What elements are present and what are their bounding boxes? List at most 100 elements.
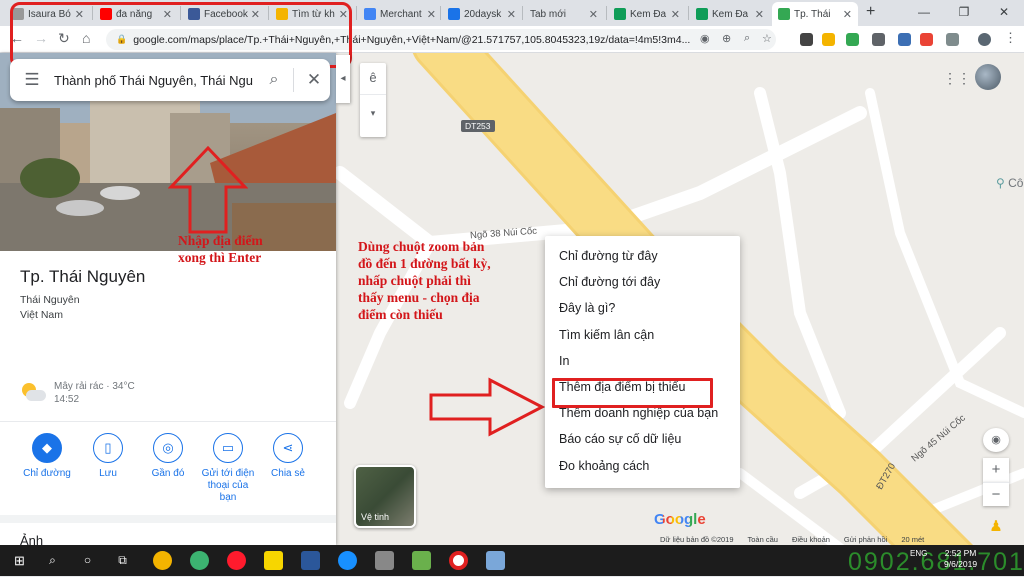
place-title: Tp. Thái Nguyên <box>20 267 146 286</box>
notes-icon[interactable] <box>264 551 283 570</box>
app-icon[interactable] <box>486 551 505 570</box>
minimize-icon[interactable]: — <box>904 0 944 26</box>
app-icon[interactable] <box>412 551 431 570</box>
extension-icon[interactable] <box>920 33 933 46</box>
place-country: Việt Nam <box>20 309 63 321</box>
star-icon[interactable]: ☆ <box>762 32 772 45</box>
directions-button[interactable]: ◆ Chỉ đường <box>14 433 80 480</box>
weather-info: Mây rải rác · 34°C 14:52 <box>20 380 135 406</box>
maps-icon <box>778 8 790 20</box>
send-to-phone-button[interactable]: ▭ Gửi tới điện thoại của bạn <box>195 433 261 504</box>
road-badge: DT253 <box>461 120 495 132</box>
zoom-out-button[interactable]: − <box>983 482 1009 506</box>
window-controls: — ❐ ✕ <box>904 0 1024 26</box>
search-input[interactable]: Thành phố Thái Nguyên, Thái Ngu <box>54 73 259 88</box>
nearby-icon: ◎ <box>153 433 183 463</box>
close-tab-icon[interactable]: ✕ <box>843 8 852 21</box>
search-icon[interactable]: ⌕ <box>259 71 289 89</box>
extension-icon[interactable] <box>846 33 859 46</box>
menu-item-whats-here[interactable]: Đây là gì? <box>545 295 740 321</box>
zoom-controls: ◉ + − ♟ <box>983 428 1009 540</box>
opera-icon[interactable] <box>227 551 246 570</box>
language-indicator[interactable]: ENG <box>910 549 927 559</box>
maximize-icon[interactable]: ❐ <box>944 0 984 26</box>
close-tab-icon[interactable]: ✕ <box>755 8 764 21</box>
record-icon[interactable] <box>449 551 468 570</box>
key-icon[interactable]: ◉ <box>700 32 710 45</box>
menu-item-directions-to[interactable]: Chỉ đường tới đây <box>545 269 740 295</box>
place-region: Thái Nguyên <box>20 294 80 306</box>
action-label: Lưu <box>99 468 117 479</box>
google-logo-text: Google <box>654 511 706 528</box>
close-tab-icon[interactable]: ✕ <box>507 8 516 21</box>
extension-icon[interactable] <box>800 33 813 46</box>
scale-label: 20 mét <box>901 535 925 544</box>
merchant-icon <box>364 8 376 20</box>
app-icon[interactable] <box>190 551 209 570</box>
extension-icon[interactable] <box>872 33 885 46</box>
add-icon[interactable]: ⊕ <box>722 32 731 45</box>
region-link[interactable]: Toàn cầu <box>748 535 778 545</box>
menu-item-directions-from[interactable]: Chỉ đường từ đây <box>545 243 740 269</box>
app-icon[interactable] <box>375 551 394 570</box>
layer-switcher[interactable]: ê ▾ <box>360 63 386 137</box>
feedback-link[interactable]: Gửi phản hồi <box>844 535 887 545</box>
share-button[interactable]: ⋖ Chia sẻ <box>255 433 321 480</box>
collapse-panel-button[interactable]: ◂ <box>336 55 350 103</box>
close-window-icon[interactable]: ✕ <box>984 0 1024 26</box>
satellite-toggle[interactable]: Vệ tinh <box>354 465 416 528</box>
annotation-text: Dùng chuột zoom bản đồ đến 1 đường bất k… <box>358 239 491 322</box>
search-icon[interactable]: ⌕ <box>43 551 62 570</box>
search-tab-icon[interactable]: ⌕ <box>744 32 750 45</box>
more-menu-icon[interactable]: ⋮ <box>1004 30 1017 46</box>
browser-tab[interactable]: Tab mới ✕ <box>524 2 604 26</box>
tab-title: Tab mới <box>530 8 567 20</box>
photos-header: Ảnh <box>20 533 44 545</box>
my-location-icon[interactable]: ◉ <box>983 428 1009 452</box>
browser-tab[interactable]: Merchant ✕ <box>358 2 442 26</box>
menu-item-measure-distance[interactable]: Đo khoảng cách <box>545 453 740 479</box>
extension-icon[interactable] <box>946 33 959 46</box>
system-clock[interactable]: 2:52 PM 9/6/2019 <box>944 548 977 570</box>
save-button[interactable]: ▯ Lưu <box>75 433 141 480</box>
close-tab-icon[interactable]: ✕ <box>589 8 598 21</box>
word-icon[interactable] <box>301 551 320 570</box>
task-view-icon[interactable]: ⧉ <box>113 551 132 570</box>
browser-tab[interactable]: Kem Đa ✕ <box>608 2 686 26</box>
street-view-pegman-icon[interactable]: ♟ <box>983 514 1009 540</box>
nearby-button[interactable]: ◎ Gần đó <box>135 433 201 480</box>
map-data-credit: Dữ liệu bản đồ ©2019 <box>660 535 734 544</box>
side-panel: ☰ Thành phố Thái Nguyên, Thái Ngu ⌕ ✕ Tp… <box>0 2 352 545</box>
browser-tab[interactable]: Kem Đa ✕ <box>690 2 770 26</box>
menu-item-print[interactable]: In <box>545 348 740 374</box>
hamburger-menu-icon[interactable]: ☰ <box>10 70 54 90</box>
avatar[interactable] <box>975 64 1001 90</box>
terms-link[interactable]: Điều khoản <box>792 535 830 545</box>
windows-start-icon[interactable]: ⊞ <box>10 551 29 570</box>
menu-item-report-data-problem[interactable]: Báo cáo sự cố dữ liệu <box>545 426 740 452</box>
chevron-down-icon[interactable]: ▾ <box>360 95 386 131</box>
cortana-icon[interactable]: ○ <box>78 551 97 570</box>
annotation-line: Nhập địa điểm <box>178 233 263 248</box>
profile-avatar[interactable] <box>978 33 991 46</box>
weather-text: Mây rải rác · 34°C <box>54 381 135 392</box>
menu-item-search-nearby[interactable]: Tìm kiếm lân cận <box>545 322 740 348</box>
browser-tab-active[interactable]: Tp. Thái ✕ <box>772 2 858 26</box>
close-tab-icon[interactable]: ✕ <box>427 8 436 21</box>
tab-favicon-icon <box>696 8 708 20</box>
extension-icon[interactable] <box>898 33 911 46</box>
search-box[interactable]: ☰ Thành phố Thái Nguyên, Thái Ngu ⌕ ✕ <box>10 59 330 101</box>
up-arrow-annotation-icon <box>168 145 248 234</box>
zoom-in-button[interactable]: + <box>983 458 1009 482</box>
tab-title: 20daysk <box>464 8 502 20</box>
zalo-icon[interactable] <box>338 551 357 570</box>
close-tab-icon[interactable]: ✕ <box>671 8 680 21</box>
poi-marker[interactable]: ⚲ Cô <box>996 176 1023 190</box>
share-icon: ⋖ <box>273 433 303 463</box>
tab-title: Kem Đa <box>630 8 667 20</box>
chrome-icon[interactable] <box>153 551 172 570</box>
browser-tab[interactable]: 20daysk ✕ <box>442 2 522 26</box>
extension-icon[interactable] <box>822 33 835 46</box>
new-tab-button[interactable]: + <box>866 3 875 21</box>
close-icon[interactable]: ✕ <box>298 70 330 90</box>
